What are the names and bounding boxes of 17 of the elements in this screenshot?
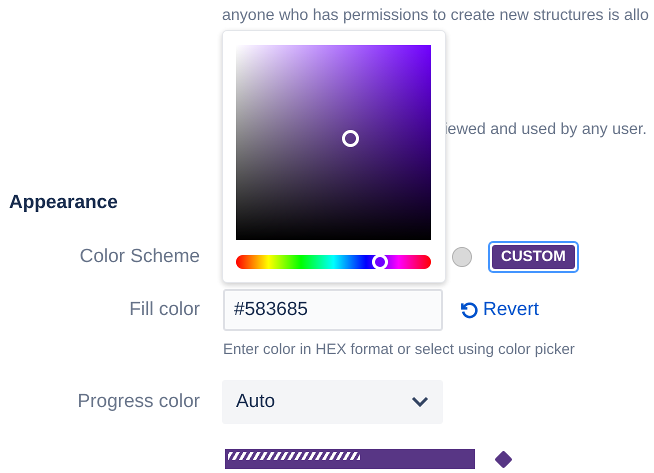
progress-color-dropdown[interactable]: Auto [222,380,443,424]
hue-slider[interactable] [236,255,431,269]
picker-handle[interactable] [342,130,359,147]
section-title: Appearance [9,192,118,213]
revert-button[interactable]: Revert [459,296,539,324]
chevron-down-icon [411,396,429,408]
hue-thumb[interactable] [372,254,388,270]
undo-icon [459,300,479,320]
saturation-area[interactable] [236,45,431,240]
field-label: Fill color [129,298,200,320]
hint-text: Enter color in HEX format or select using color picker [223,341,575,358]
color-swatch[interactable] [452,247,472,267]
field-label: Progress color [78,390,200,412]
description-text: anyone who has permissions to create new structures is allo [222,7,649,24]
field-label: Color Scheme [80,246,200,267]
custom-scheme-button[interactable]: CUSTOM [488,240,579,274]
hex-input-field[interactable]: #583685 [223,289,443,331]
